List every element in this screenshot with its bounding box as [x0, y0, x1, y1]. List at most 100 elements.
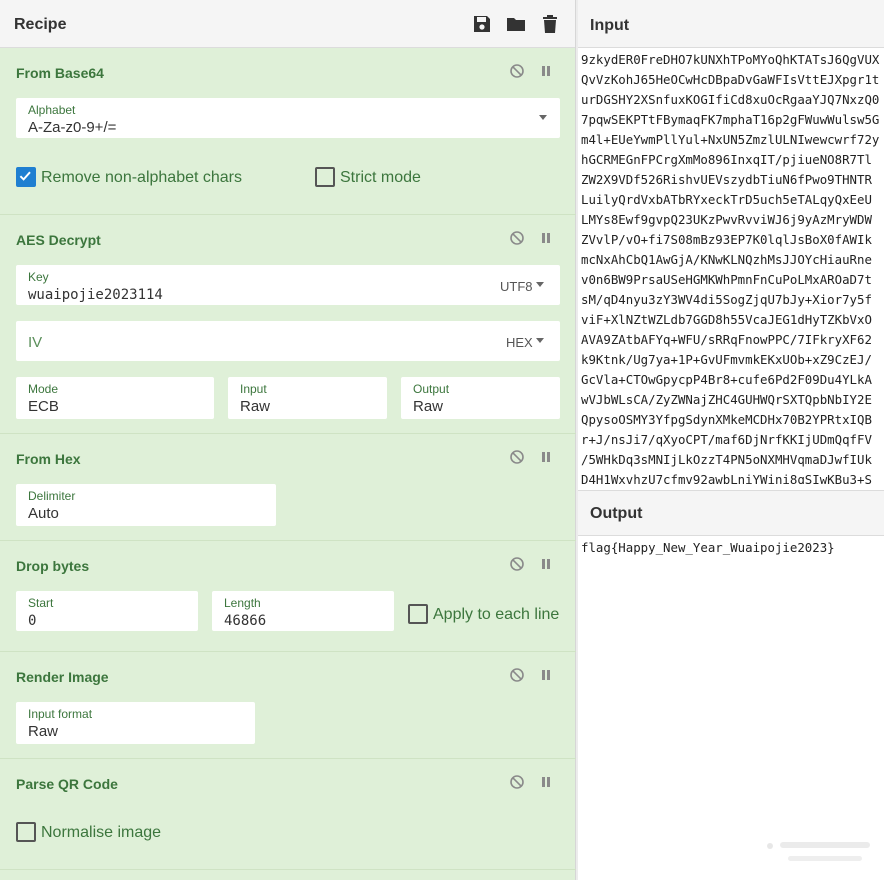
remove-non-alphabet-label: Remove non-alphabet chars [41, 169, 243, 186]
check-icon [19, 171, 31, 181]
input-line: v0n6BW9PrsaUSeHGMKWhPmnFnCuPoLMxAROaD7t [581, 272, 872, 287]
delimiter-select[interactable]: Delimiter Auto [16, 484, 276, 526]
pause-icon[interactable] [538, 230, 554, 246]
panel-divider[interactable] [576, 0, 578, 880]
iv-placeholder: IV [28, 334, 43, 351]
folder-icon[interactable] [505, 13, 527, 35]
recipe-title: Recipe [14, 16, 67, 33]
output-title: Output [590, 505, 643, 522]
watermark-logo [767, 842, 870, 861]
input-title: Input [590, 17, 630, 34]
alphabet-select[interactable]: Alphabet A-Za-z0-9+/= [16, 98, 560, 138]
mode-label: Mode [28, 382, 59, 396]
input-line: m4l+EUeYwmPllYul+NxUN5ZmzlULNIwewcwrf72y [581, 132, 880, 147]
output-type-label: Output [413, 382, 450, 396]
mode-value: ECB [28, 398, 59, 415]
input-format-label: Input format [28, 707, 93, 721]
pause-icon[interactable] [538, 556, 554, 572]
alphabet-value: A-Za-z0-9+/= [28, 119, 117, 136]
iv-input[interactable]: IV HEX [16, 321, 560, 361]
mode-select[interactable]: Mode ECB [16, 377, 214, 419]
disable-icon[interactable] [509, 774, 525, 790]
operation-title: Render Image [16, 669, 109, 685]
length-input[interactable]: Length 46866 [212, 591, 394, 631]
pause-icon[interactable] [538, 63, 554, 79]
operation-title: AES Decrypt [16, 232, 101, 248]
input-line: LuilyQrdVxbATbRYxeckTrD5uch5eTALqyQxEeU [581, 192, 872, 207]
output-type-value: Raw [413, 398, 444, 415]
operation-aes-decrypt: AES Decrypt Key wuaipojie2023114 UTF8 IV… [0, 215, 576, 434]
operation-title: Parse QR Code [16, 776, 118, 792]
start-label: Start [28, 596, 54, 610]
operation-drop-bytes: Drop bytes Start 0 Length 46866 Apply to… [0, 541, 576, 652]
alphabet-label: Alphabet [28, 103, 76, 117]
length-value: 46866 [224, 613, 267, 629]
input-line: ZW2X9VDf526RishvUEVszydbTiuN6fPwo9THNTR [581, 172, 872, 187]
input-line: QpysoOSMY3YfpgSdynXMkeMCDHx70B2YPRtxIQB [581, 412, 872, 427]
input-line: hGCRMEGnFPCrgXmMo896InxqIT/pjiueNO8R7Tl [581, 152, 872, 167]
input-type-value: Raw [240, 398, 271, 415]
operation-title: Drop bytes [16, 558, 90, 574]
disable-icon[interactable] [509, 556, 525, 572]
input-line: QvVzKohJ65HeOCwHcDBpaDvGaWFIsVttEJXpgr1t [581, 72, 880, 87]
recipe-panel: Recipe From Base64 Alphabet A-Za-z0-9+/= [0, 0, 576, 880]
key-encoding-dropdown[interactable]: UTF8 [500, 279, 533, 294]
operation-title: From Hex [16, 451, 81, 467]
input-type-label: Input [240, 382, 267, 396]
pause-icon[interactable] [538, 667, 554, 683]
input-line: GcVla+CTOwGpycpP4Br8+cufe6Pd2F09Du4YLkA [581, 372, 872, 387]
disable-icon[interactable] [509, 63, 525, 79]
output-header: Output [578, 490, 884, 536]
normalise-image-checkbox[interactable] [16, 822, 36, 842]
delimiter-value: Auto [28, 505, 59, 522]
input-textarea[interactable]: 9zkydER0FreDHO7kUNXhTPoMYoQhKTATsJ6QgVUX… [581, 50, 884, 484]
input-line: LMYs8Ewf9gvpQ23UKzPwvRvviWJ6j9yAzMryWDW [581, 212, 872, 227]
input-line: ZVvlP/vO+fi7S08mBz93EP7K0lqlJsBoX0fAWIk [581, 232, 872, 247]
strict-mode-label: Strict mode [340, 169, 421, 186]
input-line: /5WHkDq3sMNIjLkOzzT4PN5oNXMHVqmaDJwfIUk [581, 452, 872, 467]
input-line: viF+XlNZtWZLdb7GGD8h55VcaJEG1dHyTZKbVxO [581, 312, 872, 327]
operation-title: From Base64 [16, 65, 104, 81]
input-header: Input [578, 0, 884, 48]
input-type-select[interactable]: Input Raw [228, 377, 387, 419]
delimiter-label: Delimiter [28, 489, 76, 503]
operation-parse-qr-code: Parse QR Code Normalise image [0, 759, 576, 870]
input-line: AVA9ZAtbAFYq+WFU/sRRqFnowPPC/7IFkryXF62 [581, 332, 872, 347]
chevron-down-icon [536, 338, 544, 343]
input-line: urDGSHY2XSnfuxKOGIfiCd8xuOcRgaaYJQ7NxzQ0 [581, 92, 880, 107]
key-value: wuaipojie2023114 [28, 287, 163, 303]
input-line: sM/qD4nyu3zY3WV4di5SogZjqU7bJy+Xior7y5f [581, 292, 872, 307]
operation-from-base64: From Base64 Alphabet A-Za-z0-9+/= Remove… [0, 48, 576, 215]
chevron-down-icon [536, 282, 544, 287]
output-type-select[interactable]: Output Raw [401, 377, 560, 419]
recipe-header: Recipe [0, 0, 575, 48]
strict-mode-checkbox[interactable] [315, 167, 335, 187]
key-input[interactable]: Key wuaipojie2023114 UTF8 [16, 265, 560, 305]
input-format-value: Raw [28, 723, 59, 740]
apply-each-line-checkbox[interactable] [408, 604, 428, 624]
key-label: Key [28, 270, 49, 284]
start-input[interactable]: Start 0 [16, 591, 198, 631]
pause-icon[interactable] [538, 774, 554, 790]
remove-non-alphabet-checkbox[interactable] [16, 167, 36, 187]
disable-icon[interactable] [509, 230, 525, 246]
input-line: wVJbWLsCA/ZyZWNajZHC4GUHWQrSXTQpbNbIY2E [581, 392, 872, 407]
disable-icon[interactable] [509, 449, 525, 465]
chevron-down-icon [539, 115, 547, 120]
input-line: k9Ktnk/Ug7ya+1P+GvUFmvmkEKxUOb+xZ9CzEJ/ [581, 352, 872, 367]
start-value: 0 [28, 613, 37, 629]
operation-from-hex: From Hex Delimiter Auto [0, 434, 576, 541]
trash-icon[interactable] [539, 13, 561, 35]
apply-each-line-label: Apply to each line [433, 606, 560, 623]
output-textarea[interactable]: flag{Happy_New_Year_Wuaipojie2023} [581, 540, 835, 555]
input-line: r+J/nsJi7/qXyoCPT/maf6DjNrfKKIjUDmQqfFV [581, 432, 872, 447]
disable-icon[interactable] [509, 667, 525, 683]
pause-icon[interactable] [538, 449, 554, 465]
input-format-select[interactable]: Input format Raw [16, 702, 255, 744]
length-label: Length [224, 596, 261, 610]
save-icon[interactable] [471, 13, 493, 35]
input-line: D4H1WxvhzU7cfmv92awbLniYWini8qSIwKBu3+S [581, 472, 872, 484]
iv-encoding-dropdown[interactable]: HEX [506, 335, 533, 350]
operation-render-image: Render Image Input format Raw [0, 652, 576, 759]
input-line: 9zkydER0FreDHO7kUNXhTPoMYoQhKTATsJ6QgVUX [581, 52, 880, 67]
